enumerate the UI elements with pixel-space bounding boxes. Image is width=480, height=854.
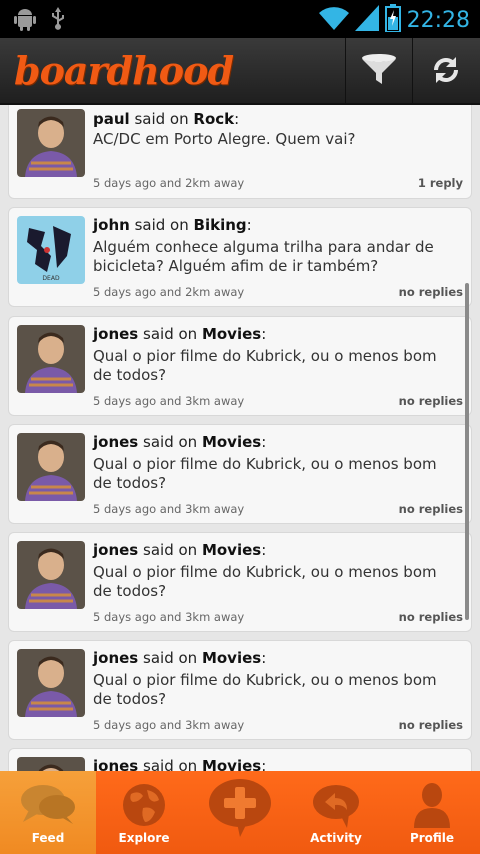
post-card[interactable]: jones said on Movies: Qual o pior filme … [8, 424, 472, 524]
post-replies[interactable]: no replies [399, 394, 463, 408]
post-meta: 5 days ago and 3km away [93, 610, 245, 624]
funnel-icon [361, 53, 397, 90]
plus-bubble-icon [207, 777, 273, 837]
post-said-on: said on [134, 216, 189, 234]
bottom-tab-bar: Feed Explore Activity Profile [0, 771, 480, 854]
post-card[interactable]: jones said on Movies: [8, 748, 472, 771]
post-message: Qual o pior filme do Kubrick, ou o menos… [93, 563, 437, 600]
post-board[interactable]: Movies [202, 757, 261, 771]
tab-label: Activity [310, 831, 362, 845]
post-username[interactable]: john [93, 216, 130, 234]
post-replies[interactable]: no replies [399, 610, 463, 624]
action-bar: boardhood [0, 38, 480, 105]
post-said-on: said on [134, 110, 189, 128]
reply-bubble-icon [311, 781, 361, 829]
user-avatar [17, 649, 85, 717]
tab-profile[interactable]: Profile [384, 771, 480, 854]
post-board[interactable]: Movies [202, 649, 261, 667]
user-avatar [17, 757, 85, 771]
android-icon [14, 7, 36, 35]
post-username[interactable]: paul [93, 110, 130, 128]
svg-text:DEAD: DEAD [42, 275, 60, 282]
post-message: Alguém conhece alguma trilha para andar … [93, 238, 434, 275]
post-board[interactable]: Movies [202, 541, 261, 559]
post-meta: 5 days ago and 2km away [93, 285, 245, 299]
refresh-button[interactable] [412, 38, 479, 105]
status-bar: 22:28 [0, 0, 480, 38]
tab-feed[interactable]: Feed [0, 771, 96, 854]
post-board[interactable]: Movies [202, 325, 261, 343]
post-username[interactable]: jones [93, 757, 138, 771]
post-said-on: said on [143, 433, 198, 451]
post-meta: 5 days ago and 3km away [93, 394, 245, 408]
usb-icon [50, 7, 66, 35]
post-username[interactable]: jones [93, 541, 138, 559]
post-meta: 5 days ago and 3km away [93, 718, 245, 732]
post-replies[interactable]: no replies [399, 285, 463, 299]
user-avatar [17, 541, 85, 609]
post-message: Qual o pior filme do Kubrick, ou o menos… [93, 671, 437, 708]
tab-activity[interactable]: Activity [288, 771, 384, 854]
wifi-icon [318, 5, 349, 35]
post-meta: 5 days ago and 2km away [93, 176, 245, 190]
post-board[interactable]: Rock [193, 110, 234, 128]
post-card[interactable]: paul said on Rock: AC/DC em Porto Alegre… [8, 105, 472, 199]
filter-button[interactable] [345, 38, 412, 105]
globe-icon [121, 781, 167, 829]
post-said-on: said on [143, 649, 198, 667]
user-avatar [17, 433, 85, 501]
tab-label: Profile [409, 831, 455, 845]
tab-explore[interactable]: Explore [96, 771, 192, 854]
tab-new-post[interactable] [192, 771, 288, 854]
post-board[interactable]: Biking [194, 216, 247, 234]
post-username[interactable]: jones [93, 649, 138, 667]
post-username[interactable]: jones [93, 433, 138, 451]
signal-icon [354, 5, 379, 35]
post-meta: 5 days ago and 3km away [93, 502, 245, 516]
post-card[interactable]: jones said on Movies: Qual o pior filme … [8, 316, 472, 416]
post-said-on: said on [143, 757, 198, 771]
user-avatar [17, 325, 85, 393]
feed-list[interactable]: paul said on Rock: AC/DC em Porto Alegre… [0, 105, 480, 771]
post-message: Qual o pior filme do Kubrick, ou o menos… [93, 347, 437, 384]
album-cover-avatar: DEAD [17, 216, 85, 284]
refresh-icon [430, 54, 462, 90]
clock: 22:28 [406, 7, 470, 33]
post-card[interactable]: DEAD john said on Biking: Alguém conhece… [8, 207, 472, 307]
post-said-on: said on [143, 325, 198, 343]
user-avatar [17, 109, 85, 177]
post-board[interactable]: Movies [202, 433, 261, 451]
post-card[interactable]: jones said on Movies: Qual o pior filme … [8, 532, 472, 632]
post-replies[interactable]: no replies [399, 502, 463, 516]
scrollbar-thumb[interactable] [465, 283, 469, 620]
speech-bubbles-icon [17, 781, 79, 829]
user-icon [412, 781, 452, 829]
post-said-on: said on [143, 541, 198, 559]
post-message: AC/DC em Porto Alegre. Quem vai? [93, 130, 356, 148]
app-logo: boardhood [14, 48, 234, 93]
post-message: Qual o pior filme do Kubrick, ou o menos… [93, 455, 437, 492]
post-card[interactable]: jones said on Movies: Qual o pior filme … [8, 640, 472, 740]
tab-label: Feed [31, 831, 65, 845]
post-username[interactable]: jones [93, 325, 138, 343]
post-replies[interactable]: 1 reply [418, 176, 463, 190]
battery-icon [384, 4, 401, 36]
tab-label: Explore [118, 831, 170, 845]
post-replies[interactable]: no replies [399, 718, 463, 732]
